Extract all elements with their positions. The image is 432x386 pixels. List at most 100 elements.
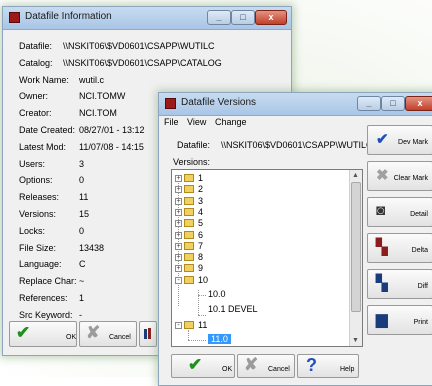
tree-guide-line: [198, 295, 206, 296]
cancel-button-label: Cancel: [109, 334, 131, 341]
books-button[interactable]: [139, 321, 157, 347]
books-icon: [144, 329, 147, 339]
field-value: 11: [79, 192, 89, 203]
scroll-down-icon[interactable]: ▼: [350, 335, 361, 346]
cancel-button[interactable]: ✘ Cancel: [79, 321, 137, 347]
field-value: 08/27/01 - 13:12: [79, 125, 145, 135]
clear-mark-button[interactable]: ✖ Clear Mark: [367, 161, 432, 191]
expand-toggle[interactable]: +: [175, 220, 182, 228]
maximize-icon: □: [240, 12, 246, 22]
expand-toggle[interactable]: -: [175, 322, 182, 329]
expand-toggle[interactable]: +: [175, 254, 182, 262]
datafile-label: Datafile:: [177, 140, 211, 150]
checkmark-icon: ✔: [16, 323, 31, 342]
diff-button[interactable]: ▚ Diff: [367, 269, 432, 299]
field-value: ~: [79, 276, 85, 287]
minimize-icon: _: [366, 98, 372, 108]
versions-label: Versions:: [173, 157, 211, 167]
tree-node[interactable]: 7: [198, 241, 203, 251]
minimize-icon: _: [216, 12, 222, 22]
field-label: Latest Mod:: [19, 141, 67, 152]
tree-node-10-0[interactable]: 10.0: [208, 289, 226, 299]
expand-toggle[interactable]: +: [175, 186, 182, 194]
folder-icon: [184, 219, 194, 228]
help-button[interactable]: ? Help: [297, 354, 359, 378]
tree-node[interactable]: 8: [198, 252, 203, 262]
app-icon: [165, 98, 176, 109]
diff-icon: ▚: [376, 275, 388, 292]
field-label: Language:: [19, 259, 62, 270]
expand-toggle[interactable]: +: [175, 175, 182, 182]
delta-button[interactable]: ▚ Delta: [367, 233, 432, 263]
tree-node-11-0-selected[interactable]: 11.0: [208, 334, 231, 344]
expand-toggle[interactable]: -: [175, 276, 182, 284]
expand-toggle[interactable]: +: [175, 208, 182, 216]
field-value: -: [79, 309, 82, 320]
vertical-scrollbar[interactable]: ▲ ▼: [349, 170, 362, 346]
clear-mark-icon: ✖: [376, 167, 389, 184]
help-button-label: Help: [340, 366, 355, 373]
cancel-button-label: Cancel: [268, 366, 290, 373]
tree-node[interactable]: 1: [198, 173, 203, 183]
tree-node[interactable]: 2: [198, 184, 203, 194]
scroll-thumb[interactable]: [351, 182, 361, 312]
tree-node-10-1[interactable]: 10.1 DEVEL: [208, 304, 258, 314]
tree-node[interactable]: 4: [198, 207, 203, 217]
expand-toggle[interactable]: +: [175, 231, 182, 239]
close-button[interactable]: x: [405, 96, 432, 111]
field-value: 15: [79, 209, 90, 219]
expand-toggle[interactable]: +: [175, 242, 182, 250]
cancel-button[interactable]: ✘ Cancel: [237, 354, 295, 378]
field-label: Creator:: [19, 108, 52, 119]
field-label: Work Name:: [19, 74, 69, 85]
versions-titlebar[interactable]: Datafile Versions _ □ x: [159, 93, 432, 116]
folder-icon: [184, 230, 194, 239]
field-value: 0: [79, 175, 85, 186]
field-value: C: [79, 259, 86, 270]
side-button-label: Print: [413, 319, 428, 326]
folder-icon: [184, 321, 194, 329]
printer-icon: ▆: [376, 311, 388, 328]
side-button-label: Detail: [410, 211, 428, 218]
books-icon-part: [148, 328, 151, 339]
minimize-button[interactable]: _: [357, 96, 381, 111]
menu-change[interactable]: Change: [215, 117, 247, 127]
dev-mark-button[interactable]: ✔ Dev Mark: [367, 125, 432, 155]
side-button-label: Clear Mark: [393, 175, 428, 182]
tree-node[interactable]: 6: [198, 230, 203, 240]
expand-toggle[interactable]: +: [175, 197, 182, 205]
field-label: Replace Char:: [19, 276, 77, 287]
field-label: Date Created:: [19, 125, 76, 135]
info-titlebar[interactable]: Datafile Information _ □ x: [3, 7, 291, 30]
field-value: 11/07/08 - 14:15: [79, 141, 144, 152]
tree-node[interactable]: 5: [198, 218, 203, 228]
field-label: Locks:: [19, 225, 46, 236]
tree-node[interactable]: 9: [198, 263, 203, 273]
side-button-label: Dev Mark: [398, 139, 428, 146]
ok-button[interactable]: ✔ OK: [9, 321, 77, 347]
field-value: 3: [79, 158, 85, 169]
tree-node-11[interactable]: 11: [198, 320, 207, 330]
tree-node[interactable]: 3: [198, 196, 203, 206]
close-button[interactable]: x: [255, 10, 287, 25]
print-button[interactable]: ▆ Print: [367, 305, 432, 335]
menu-view[interactable]: View: [187, 117, 206, 127]
detail-button[interactable]: ◙ Detail: [367, 197, 432, 227]
datafile-versions-window: Datafile Versions _ □ x File View Change…: [158, 92, 432, 386]
maximize-button[interactable]: □: [231, 10, 255, 25]
field-label: Versions:: [19, 209, 57, 219]
ok-button[interactable]: ✔ OK: [171, 354, 235, 378]
menu-file[interactable]: File: [164, 117, 179, 127]
expand-toggle[interactable]: +: [175, 265, 182, 273]
maximize-button[interactable]: □: [381, 96, 405, 111]
field-value: NCI.TOMW: [79, 91, 126, 102]
scroll-up-icon[interactable]: ▲: [350, 170, 361, 181]
versions-tree[interactable]: +1 +2 +3 +4 +5 +6 +7 +8 +9-10 10.0 10.1 DEVEL - …: [171, 169, 363, 347]
checkmark-icon: ✔: [376, 131, 389, 148]
tree-node[interactable]: 10: [198, 275, 208, 285]
cross-icon: ✘: [86, 323, 101, 342]
field-value: \\NSKIT06\$VD0601\CSAPP\CATALOG: [63, 57, 222, 68]
minimize-button[interactable]: _: [207, 10, 231, 25]
folder-icon: [184, 253, 194, 262]
delta-icon: ▚: [376, 239, 388, 256]
